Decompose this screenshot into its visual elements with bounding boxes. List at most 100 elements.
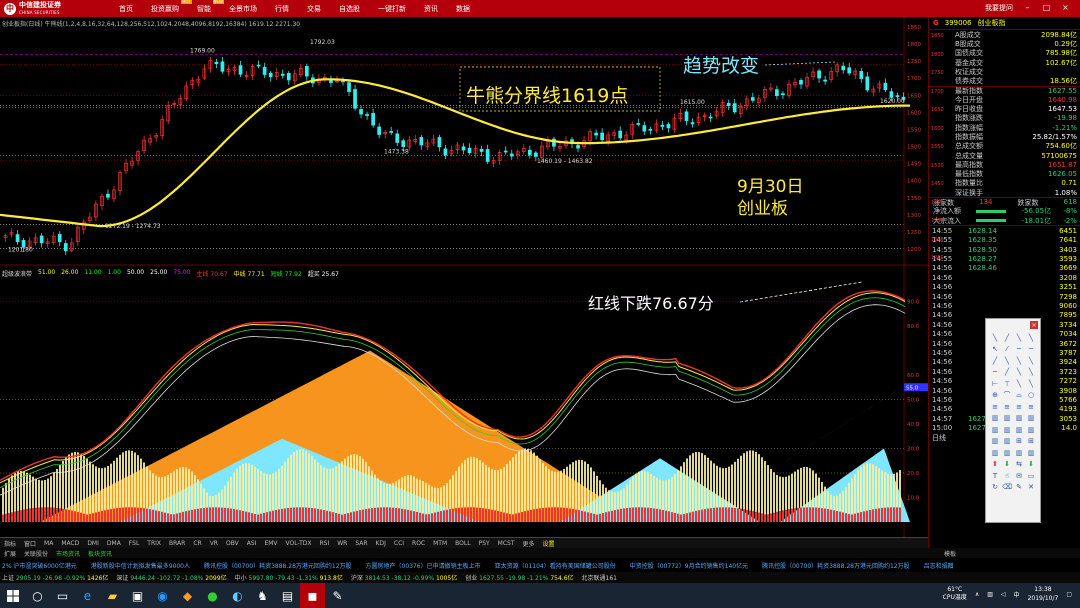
indicator-tab[interactable]: VR	[206, 540, 222, 547]
draw-tool-icon[interactable]: ▥	[1002, 414, 1012, 423]
draw-tool-icon[interactable]: ▭	[1026, 471, 1036, 480]
draw-tool-icon[interactable]: ╲	[1026, 333, 1036, 342]
menu-item-6[interactable]: 自选股	[330, 4, 369, 14]
draw-tool-icon[interactable]: ⊤	[1002, 379, 1012, 388]
indicator-tab[interactable]: MCST	[494, 540, 519, 547]
draw-tool-icon[interactable]: ╲	[1014, 368, 1024, 377]
indicator-tab[interactable]: TRIX	[143, 540, 165, 547]
draw-tool-icon[interactable]: ▥	[1026, 425, 1036, 434]
app-icon-2[interactable]: ◆	[175, 583, 200, 608]
ask-question-link[interactable]: 我要提问	[985, 3, 1013, 13]
indicator-tab[interactable]: OBV	[222, 540, 243, 547]
draw-tool-icon[interactable]: ╲	[990, 333, 1000, 342]
kline-chart-area[interactable]: 1792.03 1769.00 1615.00 1620.00 1473.38 1460.…	[0, 17, 928, 537]
ticker-item[interactable]: 腾讯控股（00700）耗资3888.28万港元回购约12万股	[204, 561, 352, 570]
index-quote[interactable]: 沪深 3814.53 -38.12 -0.99% 1005亿	[351, 573, 457, 582]
trading-app-icon[interactable]: ◼	[300, 583, 325, 608]
edge-browser-icon[interactable]: e	[75, 583, 100, 608]
indicator-tab[interactable]: ASI	[243, 540, 261, 547]
draw-tool-icon[interactable]: ╱	[990, 356, 1000, 365]
store-icon[interactable]: ▣	[125, 583, 150, 608]
draw-tool-icon[interactable]: ▥	[1002, 448, 1012, 457]
template-tab[interactable]: 模板	[940, 549, 960, 558]
draw-tool-icon[interactable]: ☝	[1002, 471, 1012, 480]
drawing-tools-palette[interactable]: × ╲ ╱ ╲ ╲ ↖ ⁄ ─ ─ ╱ ╲ ╲ ╲ ─ ╱ ╲ ╲ ⊢ ⊤ ╲ ╲ ⊕ ⌒ ⌓ ○ ≡ ≡ ≡ ≡ ▥ ▥ ▥ ▥ ▥ ▥ ▥ ▥ ▥ ▥…	[985, 318, 1041, 523]
draw-tool-icon[interactable]: ▥	[1002, 425, 1012, 434]
menu-item-4[interactable]: 行情	[266, 4, 298, 14]
indicator-tab[interactable]: CCI	[390, 540, 408, 547]
draw-tool-icon[interactable]: ╲	[1014, 333, 1024, 342]
indicator-tab[interactable]: ROC	[408, 540, 429, 547]
ticker-item[interactable]: 吕志和捐赠	[924, 561, 954, 570]
draw-tool-icon[interactable]: ⌒	[1002, 391, 1012, 400]
draw-tool-icon[interactable]: ─	[990, 368, 1000, 377]
draw-tool-icon[interactable]: ↻	[990, 483, 1000, 492]
draw-tool-icon[interactable]: ╲	[1002, 356, 1012, 365]
draw-tool-icon[interactable]: ⊞	[1026, 437, 1036, 446]
windows-start-icon[interactable]	[0, 583, 25, 608]
draw-tool-icon[interactable]: ⌓	[1014, 391, 1024, 400]
index-quote[interactable]: 上证 2905.19 -26.98 -0.92% 1426亿	[2, 573, 108, 582]
file-explorer-icon[interactable]: ▰	[100, 583, 125, 608]
task-view-icon[interactable]: ▭	[50, 583, 75, 608]
draw-tool-icon[interactable]: ╲	[1014, 379, 1024, 388]
indicator-tab[interactable]: MA	[40, 540, 57, 547]
index-quote[interactable]: 深证 9446.24 -102.72 -1.08% 2099亿	[116, 573, 226, 582]
maximize-icon[interactable]: □	[1042, 3, 1051, 12]
draw-tool-icon[interactable]: ╲	[1026, 368, 1036, 377]
app-icon-4[interactable]: ◐	[225, 583, 250, 608]
ticker-item[interactable]: 方圆房地产（00376）已申请撤销主板上市	[366, 561, 481, 570]
menu-item-7[interactable]: 一键打新	[369, 4, 415, 14]
menu-item-9[interactable]: 数据	[447, 4, 479, 14]
draw-tool-icon[interactable]: ○	[1026, 391, 1036, 400]
menu-item-1[interactable]: 投资赢购 HOT	[142, 0, 192, 14]
indicator-tab[interactable]: FSL	[125, 540, 144, 547]
extension-tab[interactable]: 市场资讯	[52, 549, 84, 558]
indicator-tab[interactable]: 更多	[519, 539, 539, 548]
draw-tool-icon[interactable]: ⬇	[1002, 460, 1012, 469]
draw-tool-icon[interactable]: ▥	[1026, 414, 1036, 423]
ticker-item[interactable]: 腾讯控股（00700）耗资3888.28万港元回购约12万股	[762, 561, 910, 570]
draw-tool-icon[interactable]: ╱	[1002, 368, 1012, 377]
index-quote[interactable]: 创业 1627.55 -19.98 -1.21% 754.6亿	[465, 573, 573, 582]
draw-tool-icon[interactable]: ⊢	[990, 379, 1000, 388]
menu-item-3[interactable]: 全景市场	[220, 4, 266, 14]
draw-tool-icon[interactable]: ▥	[990, 437, 1000, 446]
draw-tool-icon[interactable]: ⬇	[1026, 460, 1036, 469]
indicator-tab[interactable]: KDJ	[372, 540, 390, 547]
notification-icon[interactable]: ▢	[1066, 591, 1072, 598]
search-icon[interactable]: ○	[25, 583, 50, 608]
indicator-tab[interactable]: BOLL	[451, 540, 474, 547]
indicator-tab[interactable]: 窗口	[20, 539, 40, 548]
draw-tool-icon[interactable]: ▥	[990, 448, 1000, 457]
indicator-tab[interactable]: BRAR	[165, 540, 189, 547]
draw-tool-icon[interactable]: ≡	[990, 402, 1000, 411]
draw-tool-icon[interactable]: ⁄	[1002, 345, 1012, 354]
draw-tool-icon[interactable]: ▥	[1026, 448, 1036, 457]
index-quote[interactable]: 中小 5997.80 -79.43 -1.31% 913.8亿	[235, 573, 343, 582]
ime-lang[interactable]: 中	[1014, 590, 1020, 599]
draw-tool-icon[interactable]: T	[990, 471, 1000, 480]
palette-close-icon[interactable]: ×	[1030, 321, 1038, 329]
extension-tab[interactable]: 关联股份	[20, 549, 52, 558]
app-icon-3[interactable]: ●	[200, 583, 225, 608]
ticker-item[interactable]: 港股新股中信计划拟发售最多9000人	[91, 561, 190, 570]
indicator-tab[interactable]: 指标	[0, 539, 20, 548]
draw-tool-icon[interactable]: ⊞	[1014, 437, 1024, 446]
menu-item-2[interactable]: 智能 NEW	[188, 0, 224, 14]
ticker-item[interactable]: 中资控股（00772）9月合约销售约140亿元	[630, 561, 748, 570]
network-icon[interactable]: ▥	[987, 591, 993, 598]
draw-tool-icon[interactable]: ✕	[1026, 483, 1036, 492]
indicator-tab[interactable]: CR	[189, 540, 205, 547]
draw-tool-icon[interactable]: ─	[1026, 345, 1036, 354]
minimize-icon[interactable]: –	[1023, 3, 1032, 12]
draw-tool-icon[interactable]: ╲	[1026, 379, 1036, 388]
indicator-tab[interactable]: WR	[333, 540, 351, 547]
indicator-tab[interactable]: DMI	[83, 540, 103, 547]
draw-tool-icon[interactable]: ▥	[990, 425, 1000, 434]
menu-item-5[interactable]: 交易	[298, 4, 330, 14]
indicator-tab[interactable]: EMV	[260, 540, 281, 547]
app-icon-5[interactable]: ♞	[250, 583, 275, 608]
indicator-tab[interactable]: DMA	[103, 540, 125, 547]
indicator-tab[interactable]: 设置	[539, 539, 559, 548]
